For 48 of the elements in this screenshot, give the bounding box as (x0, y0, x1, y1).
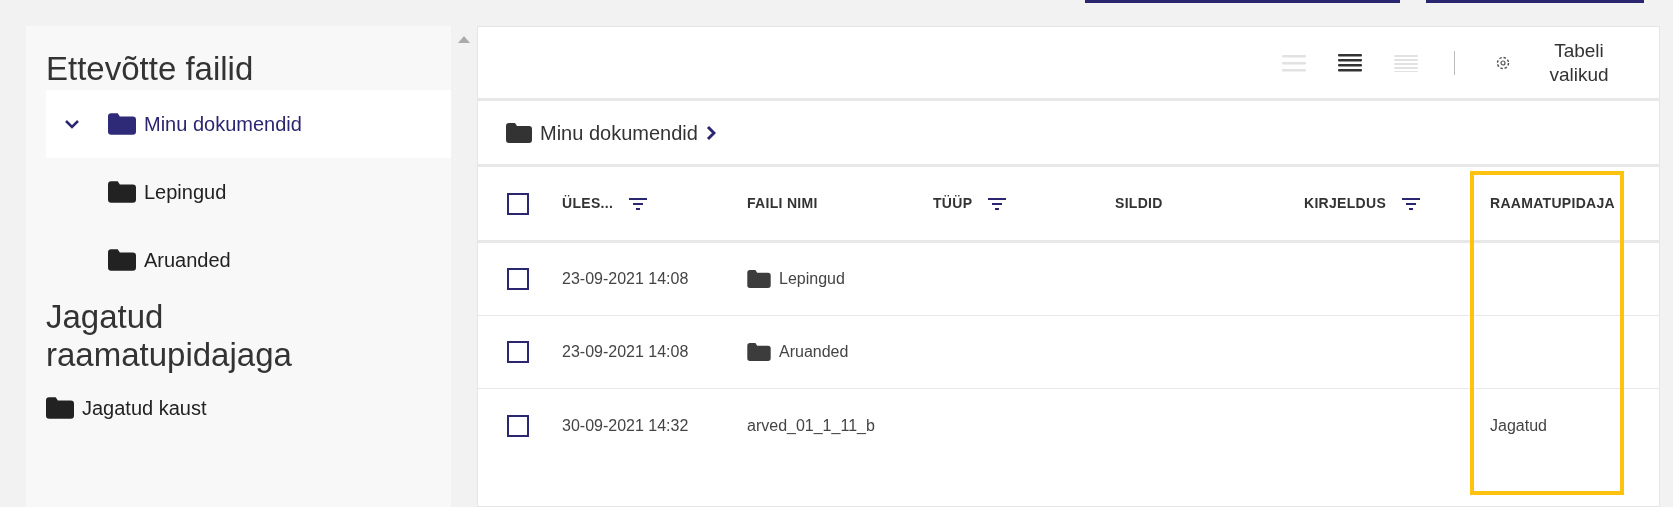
checkbox[interactable] (507, 268, 529, 290)
folder-icon (46, 397, 74, 419)
table-row[interactable]: 30-09-2021 14:32 arved_01_1_11_b Jagatud (478, 389, 1659, 462)
column-header[interactable]: TÜÜP (933, 167, 1115, 240)
folder-icon (747, 270, 771, 288)
column-header[interactable]: KIRJELDUS (1304, 167, 1490, 240)
folder-tree-item[interactable]: Minu dokumendid (46, 90, 451, 158)
table-cell-text: 30-09-2021 14:32 (562, 415, 689, 436)
folder-icon (108, 249, 136, 271)
folder-label: Lepingud (144, 180, 227, 205)
folder-icon (506, 122, 532, 143)
list-icon (1338, 53, 1362, 72)
breadcrumb-link[interactable]: Minu dokumendid (540, 117, 698, 148)
column-header[interactable]: ÜLES... (562, 167, 747, 240)
folder-label: Jagatud kaust (82, 396, 207, 421)
checkbox[interactable] (507, 414, 529, 437)
table-cell-text: Lepingud (779, 269, 845, 289)
chevron-right-icon (705, 124, 716, 141)
table-cell-text: 23-09-2021 14:08 (562, 342, 689, 362)
section-title: Ettevõtte failid (46, 50, 255, 88)
table-row[interactable]: 23-09-2021 14:08 Lepingud (478, 243, 1659, 316)
checkbox[interactable] (507, 341, 529, 363)
column-header[interactable]: RAAMATUPIDAJA (1490, 167, 1673, 240)
folder-tree-item[interactable]: Lepingud (46, 158, 451, 226)
folder-label: Aruanded (144, 248, 231, 273)
folder-tree-item[interactable]: Jagatud kaust (46, 388, 451, 428)
column-header[interactable]: SILDID (1115, 167, 1304, 240)
folder-icon (747, 343, 771, 361)
folder-label: Minu dokumendid (144, 112, 302, 137)
folder-icon (108, 181, 136, 203)
table-cell-text: 23-09-2021 14:08 (562, 269, 689, 289)
list-icon (1394, 53, 1418, 72)
filter-icon[interactable] (988, 197, 1007, 210)
column-header[interactable]: FAILI NIMI (747, 167, 933, 240)
table-cell-text: Jagatud (1490, 415, 1547, 436)
filter-icon[interactable] (1402, 197, 1421, 210)
table-options-button[interactable]: Tabeli valikud (1495, 38, 1619, 87)
table-cell-text: Aruanded (779, 342, 849, 362)
filter-icon[interactable] (629, 197, 648, 210)
table-row[interactable]: 23-09-2021 14:08 Aruanded (478, 316, 1659, 389)
checkbox[interactable] (507, 192, 529, 215)
section-title: Jagatud raamatupidajaga (46, 298, 293, 374)
table-cell-text: arved_01_1_11_b (747, 415, 875, 436)
folder-icon (108, 113, 136, 135)
list-icon (1282, 53, 1306, 72)
settings-icon (1495, 54, 1511, 71)
folder-tree-item[interactable]: Aruanded (46, 226, 451, 294)
chevron-down-icon[interactable] (64, 119, 80, 129)
